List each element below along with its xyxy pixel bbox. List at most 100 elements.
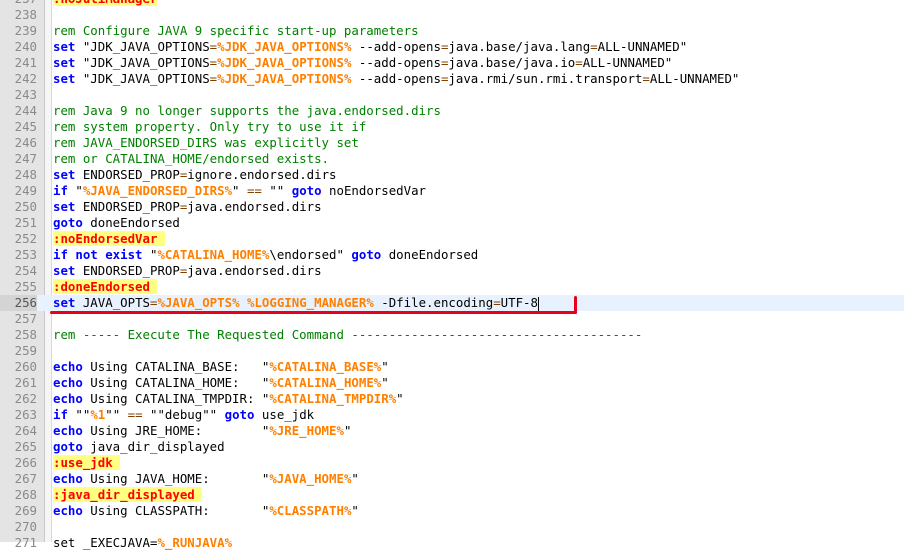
red-underline-tick <box>574 296 577 314</box>
line-code: rem or CATALINA_HOME/endorsed exists. <box>53 151 329 167</box>
variable-token: %CLASSPATH% <box>269 503 352 518</box>
text-token: ignore.endorsed.dirs <box>187 167 337 182</box>
line-number: 249 <box>14 183 37 198</box>
line-code: echo Using CATALINA_TMPDIR: "%CATALINA_T… <box>53 391 404 407</box>
code-line[interactable]: 269 echo Using CLASSPATH: "%CLASSPATH%" <box>0 503 904 519</box>
code-line[interactable]: 240 set "JDK_JAVA_OPTIONS = %JDK_JAVA_OPTIO… <box>0 39 904 55</box>
code-line[interactable]: 268:java_dir_displayed <box>0 487 904 503</box>
text-token: Using CATALINA_BASE: " <box>82 359 270 374</box>
code-line[interactable]: 239 rem Configure JAVA 9 specific start-u… <box>0 23 904 39</box>
text-token: --add-opens <box>351 71 441 86</box>
code-line[interactable]: 267 echo Using JAVA_HOME: "%JAVA_HOME%" <box>0 471 904 487</box>
code-line[interactable]: 270 <box>0 519 904 535</box>
comment-token: rem Configure JAVA 9 specific start-up p… <box>53 23 419 38</box>
code-line[interactable]: 248 set ENDORSED_PROP=ignore.endorsed.dir… <box>0 167 904 183</box>
line-code: :noJuliManager <box>53 0 158 7</box>
code-line[interactable]: 271 set _EXECJAVA=%_RUNJAVA% <box>0 535 904 551</box>
code-line[interactable]: 262 echo Using CATALINA_TMPDIR: "%CATALIN… <box>0 391 904 407</box>
line-number: 238 <box>14 7 37 22</box>
code-line[interactable]: 238 <box>0 7 904 23</box>
operator-token: = <box>642 71 650 86</box>
text-token: " <box>67 183 83 198</box>
line-code: echo Using JAVA_HOME: "%JAVA_HOME%" <box>53 471 359 487</box>
line-number: 258 <box>14 327 37 342</box>
text-token: " <box>351 471 359 486</box>
code-line[interactable]: 243 <box>0 87 904 103</box>
code-line[interactable]: 241 set "JDK_JAVA_OPTIONS = %JDK_JAVA_OPTIO… <box>0 55 904 71</box>
line-number: 253 <box>14 247 37 262</box>
code-line[interactable]: 261 echo Using CATALINA_HOME: "%CATALINA_… <box>0 375 904 391</box>
line-number: 244 <box>14 103 37 118</box>
code-line[interactable]: 266:use_jdk <box>0 455 904 471</box>
code-line[interactable]: 253 if not exist "%CATALINA_HOME%\endorse… <box>0 247 904 263</box>
line-number: 239 <box>14 23 37 38</box>
label-token: :java_dir_displayed <box>53 487 203 502</box>
line-number: 248 <box>14 167 37 182</box>
keyword-token: if <box>53 183 68 198</box>
line-code: goto doneEndorsed <box>53 215 180 231</box>
text-token: java.endorsed.dirs <box>187 263 322 278</box>
text-token: " <box>381 375 389 390</box>
label-token: :use_jdk <box>53 455 121 470</box>
code-line[interactable]: 259 <box>0 343 904 359</box>
line-number: 270 <box>14 519 37 534</box>
code-area[interactable]: 237:noJuliManager 238239 rem Configure JAV… <box>0 0 904 551</box>
text-token: java.base/java.io <box>448 55 576 70</box>
code-line[interactable]: 265 goto java_dir_displayed <box>0 439 904 455</box>
code-line[interactable]: 251 goto doneEndorsed <box>0 215 904 231</box>
code-line[interactable]: 254 set ENDORSED_PROP=java.endorsed.dirs <box>0 263 904 279</box>
line-code: :doneEndorsed <box>53 279 158 295</box>
code-line[interactable]: 245 rem system property. Only try to use … <box>0 119 904 135</box>
code-line[interactable]: 252:noEndorsedVar <box>0 231 904 247</box>
variable-token: %JDK_JAVA_OPTIONS% <box>217 55 352 70</box>
line-number: 265 <box>14 439 37 454</box>
line-number: 255 <box>14 279 37 294</box>
line-code: set ENDORSED_PROP=java.endorsed.dirs <box>53 199 322 215</box>
text-token: "" <box>261 183 292 198</box>
code-line[interactable]: 260 echo Using CATALINA_BASE: "%CATALINA_… <box>0 359 904 375</box>
code-line[interactable]: 255 :doneEndorsed <box>0 279 904 295</box>
code-line[interactable]: 249 if "%JAVA_ENDORSED_DIRS%" == "" goto … <box>0 183 904 199</box>
keyword-token: set <box>53 199 76 214</box>
code-line[interactable]: 237:noJuliManager <box>0 0 904 7</box>
text-token: "" <box>105 407 128 422</box>
operator-token: = <box>575 55 583 70</box>
text-token: \endorsed" <box>269 247 352 262</box>
variable-token: %JDK_JAVA_OPTIONS% <box>217 39 352 54</box>
line-code: rem Configure JAVA 9 specific start-up p… <box>53 23 419 39</box>
line-code: rem Java 9 no longer supports the java.e… <box>53 103 441 119</box>
code-line[interactable]: 250 set ENDORSED_PROP=java.endorsed.dirs <box>0 199 904 215</box>
keyword-token: echo <box>53 503 83 518</box>
keyword-token: goto <box>53 439 83 454</box>
line-code: :java_dir_displayed <box>53 487 203 503</box>
text-token: -Dfile.encoding <box>373 295 494 310</box>
editor-window: { "editor": { "lines": [ {"n":"237","tok… <box>0 0 904 550</box>
text-token: " <box>232 183 247 198</box>
code-line[interactable]: 258 rem ----- Execute The Requested Comma… <box>0 327 904 343</box>
variable-token: %CATALINA_TMPDIR% <box>269 391 397 406</box>
text-token: "JDK_JAVA_OPTIONS <box>75 55 210 70</box>
code-line[interactable]: 242 set "JDK_JAVA_OPTIONS = %JDK_JAVA_OPTIO… <box>0 71 904 87</box>
variable-token: %JAVA_ENDORSED_DIRS% <box>82 183 233 198</box>
variable-token: %CATALINA_HOME% <box>157 247 270 262</box>
text-token: "" <box>67 407 91 422</box>
code-line[interactable]: 263 if ""%1"" == ""debug"" goto use_jdk <box>0 407 904 423</box>
code-line[interactable]: 264 echo Using JRE_HOME: "%JRE_HOME%" <box>0 423 904 439</box>
line-code: echo Using JRE_HOME: "%JRE_HOME%" <box>53 423 351 439</box>
line-number: 246 <box>14 135 37 150</box>
label-token: :noEndorsedVar <box>53 231 165 246</box>
comment-token: rem or CATALINA_HOME/endorsed exists. <box>53 151 330 166</box>
text-token: JAVA_OPTS <box>75 295 150 310</box>
code-line[interactable]: 244 rem Java 9 no longer supports the jav… <box>0 103 904 119</box>
keyword-token: echo <box>53 471 83 486</box>
code-line-current[interactable]: 256 set JAVA_OPTS = %JAVA_OPTS% %LOGGING_MA… <box>0 295 904 311</box>
code-line[interactable]: 246 rem JAVA_ENDORSED_DIRS was explicitly… <box>0 135 904 151</box>
code-line[interactable]: 247 rem or CATALINA_HOME/endorsed exists. <box>0 151 904 167</box>
keyword-token: goto <box>53 215 83 230</box>
line-number: 250 <box>14 199 37 214</box>
keyword-token: set <box>53 39 76 54</box>
text-caret <box>537 296 539 311</box>
line-code: set ENDORSED_PROP=ignore.endorsed.dirs <box>53 167 337 183</box>
keyword-token: echo <box>53 423 83 438</box>
